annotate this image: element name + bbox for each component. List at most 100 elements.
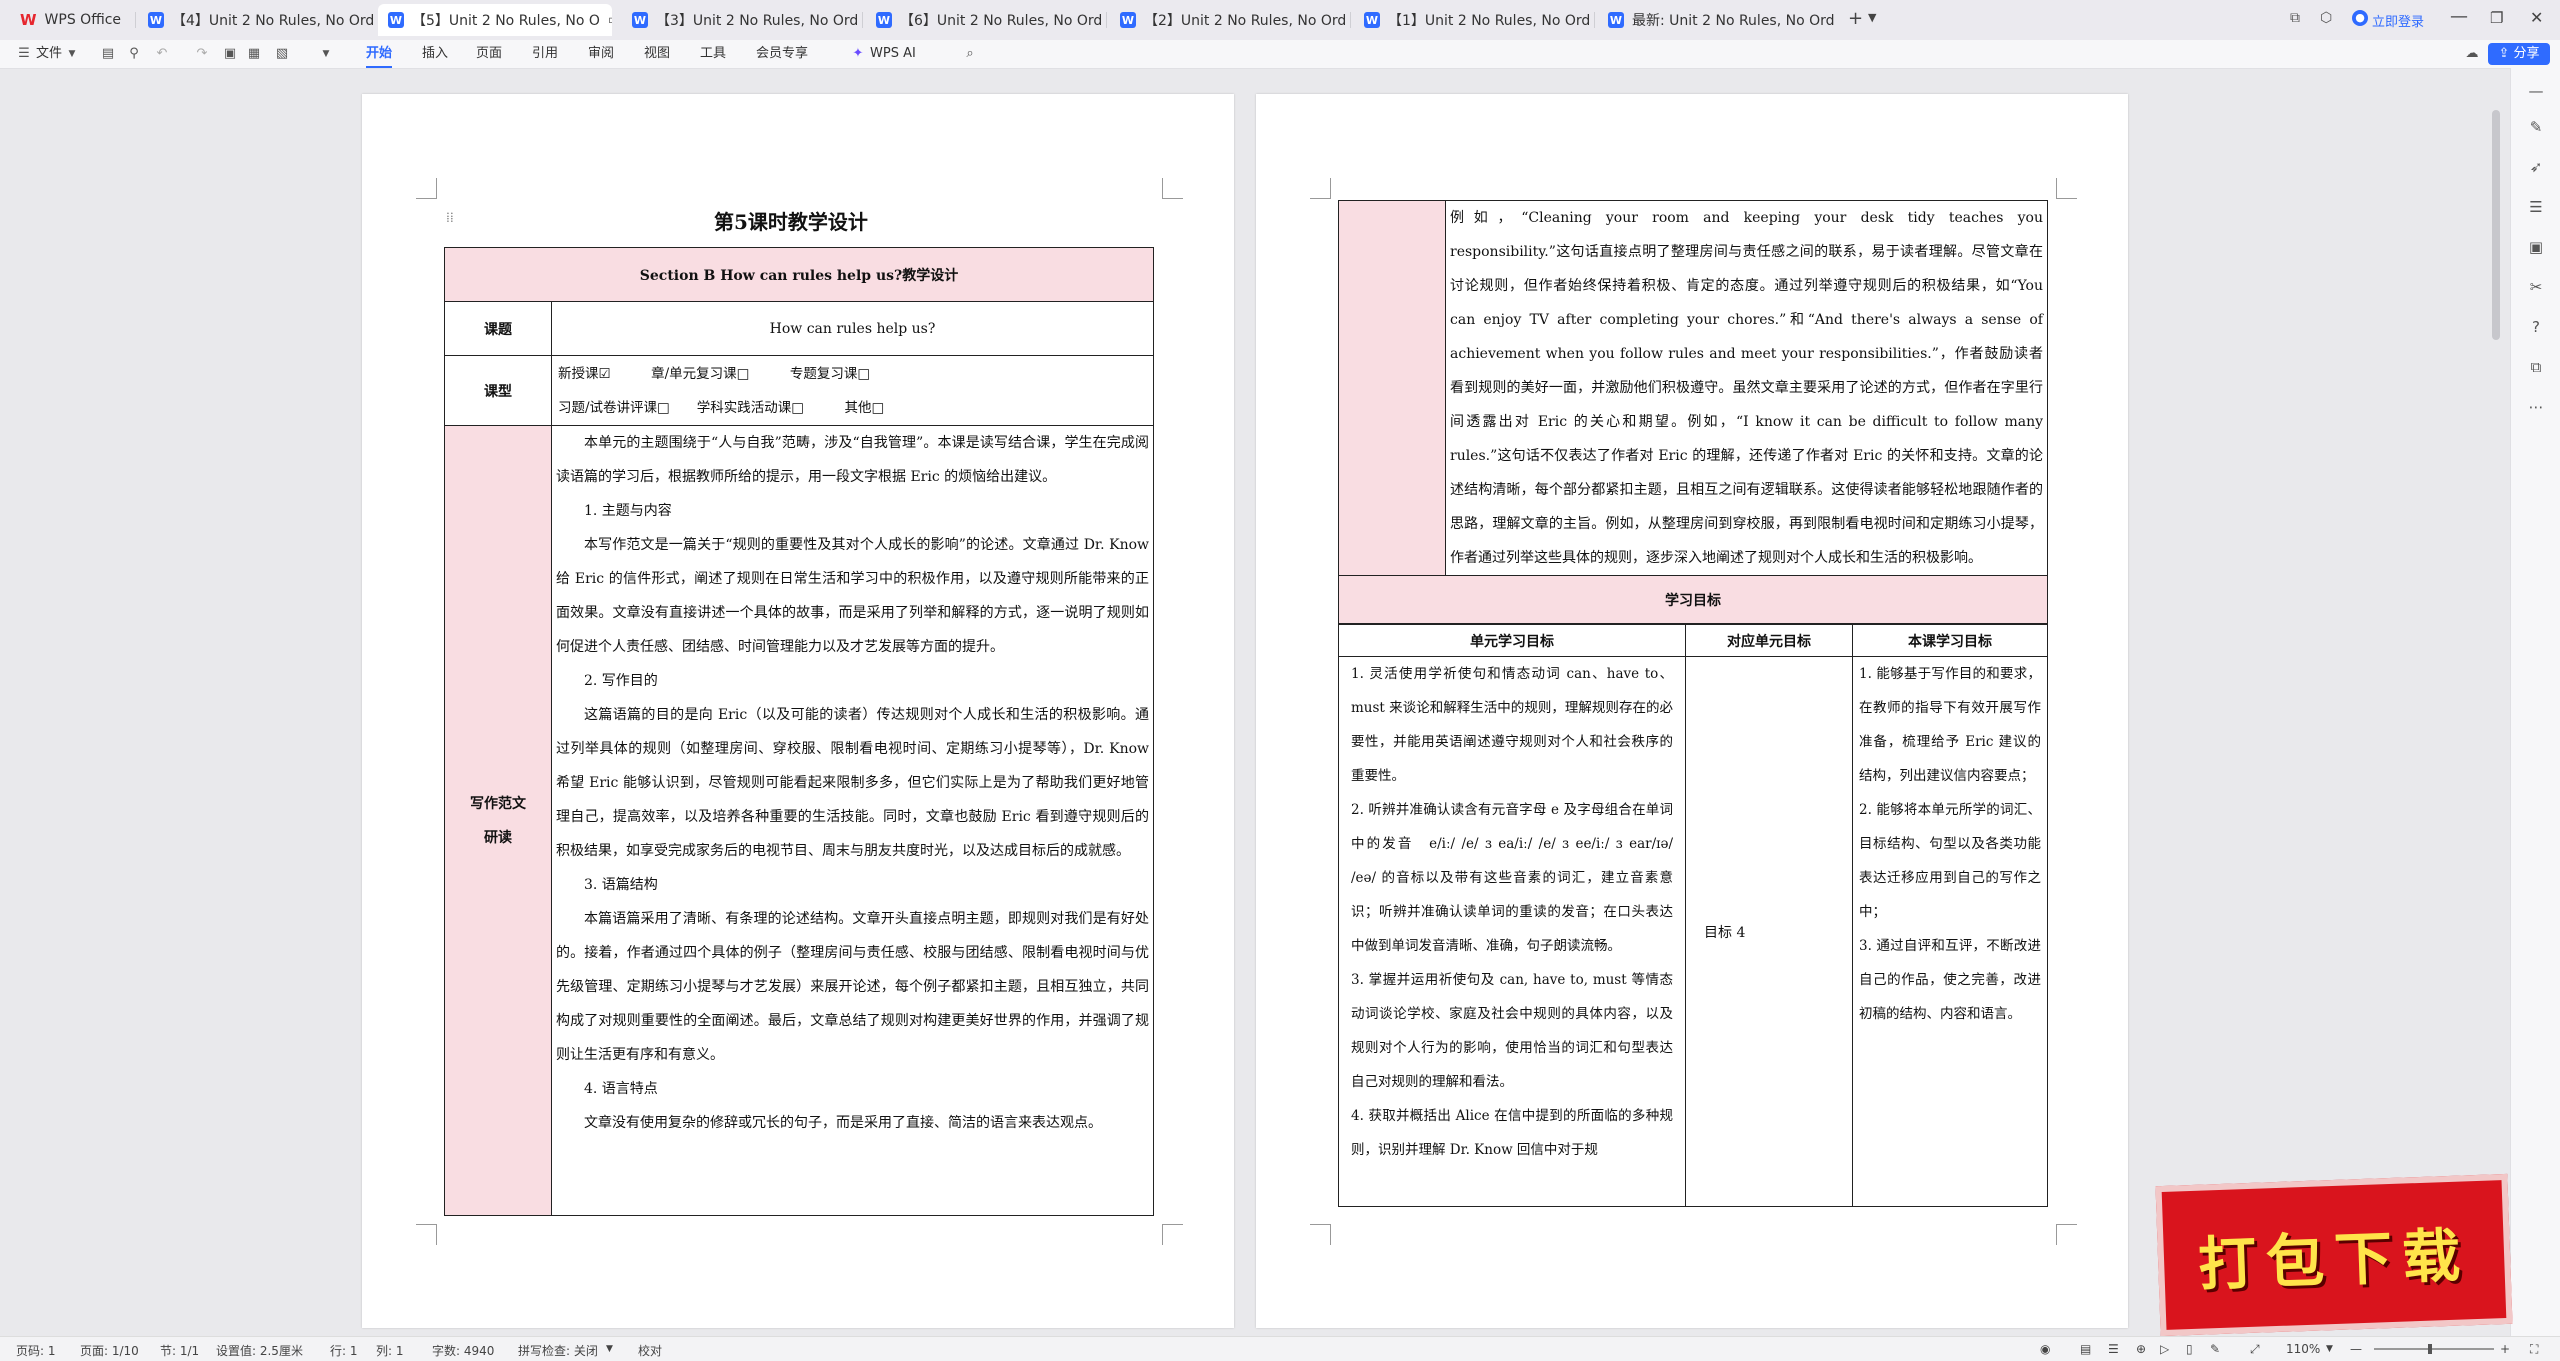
help-icon[interactable]: ? xyxy=(2527,318,2545,336)
zoom-slider-thumb[interactable] xyxy=(2428,1344,2432,1354)
tab-document[interactable]: W 【4】Unit 2 No Rules, No Order新… xyxy=(138,4,374,36)
pen-icon[interactable]: ✎ xyxy=(2210,1342,2220,1356)
chevron-down-icon[interactable]: ▼ xyxy=(64,46,80,62)
tab-view[interactable]: 视图 xyxy=(644,44,670,64)
status-proofread[interactable]: 校对 xyxy=(638,1342,662,1359)
topic-label: 课题 xyxy=(444,301,552,356)
tab-wps-home[interactable]: W WPS Office xyxy=(10,4,130,36)
tab-home[interactable]: 开始 xyxy=(366,44,393,68)
word-doc-icon: W xyxy=(148,12,164,28)
status-page-number[interactable]: 页码: 1 xyxy=(16,1342,56,1359)
tab-references[interactable]: 引用 xyxy=(532,44,558,64)
topic-value: How can rules help us? xyxy=(551,301,1154,356)
tab-document[interactable]: W 最新: Unit 2 No Rules, No Order… xyxy=(1598,4,1834,36)
outline-view-icon[interactable]: ☰ xyxy=(2108,1342,2119,1356)
status-col[interactable]: 列: 1 xyxy=(376,1342,404,1359)
tab-document[interactable]: W 【2】Unit 2 No Rules, No Order新… xyxy=(1110,4,1346,36)
tab-document[interactable]: W 【6】Unit 2 No Rules, No Order新… xyxy=(866,4,1102,36)
wps-ai-button[interactable]: WPS AI xyxy=(870,44,916,64)
menu-icon[interactable]: ☰ xyxy=(16,46,32,62)
lesson-design-table-continued: 例如，“Cleaning your room and keeping your … xyxy=(1338,200,2048,624)
zoom-slider[interactable] xyxy=(2374,1344,2494,1354)
lesson-type-line: 新授课☑ 章/单元复习课□ 专题复习课□ xyxy=(558,365,871,382)
table-move-handle-icon[interactable]: ⁞⁞ xyxy=(446,210,454,227)
share-icon: ⇪ xyxy=(2498,46,2514,61)
status-pages[interactable]: 页面: 1/10 xyxy=(80,1342,139,1359)
status-word-count[interactable]: 字数: 4940 xyxy=(432,1342,494,1359)
tab-document[interactable]: W 【3】Unit 2 No Rules, No Order新… xyxy=(622,4,858,36)
file-menu[interactable]: 文件 xyxy=(36,44,62,64)
chevron-down-icon[interactable]: ▼ xyxy=(2326,1344,2333,1354)
word-doc-icon: W xyxy=(388,12,404,28)
column-header: 单元学习目标 xyxy=(1338,624,1686,657)
chevron-down-icon[interactable]: ▼ xyxy=(1868,11,1876,24)
tab-label: 【5】Unit 2 No Rules, No O xyxy=(412,13,600,29)
picture-icon[interactable]: ▧ xyxy=(274,46,290,62)
tab-document-active[interactable]: W 【5】Unit 2 No Rules, No O ▭ ✕ xyxy=(378,4,612,36)
tab-document[interactable]: W 【1】Unit 2 No Rules, No Order新… xyxy=(1354,4,1590,36)
subheading: 3. 语篇结构 xyxy=(584,877,658,893)
save-icon[interactable]: ▤ xyxy=(100,46,116,62)
minus-icon[interactable]: — xyxy=(2527,82,2545,100)
wps-ai-icon: ✦ xyxy=(852,46,864,61)
close-window-button[interactable]: ✕ xyxy=(2530,8,2543,27)
status-spell-check[interactable]: 拼写检查: 关闭 xyxy=(518,1342,598,1359)
layers-icon[interactable]: ⧉ xyxy=(2527,358,2545,376)
share-button[interactable]: ⇪ 分享 xyxy=(2488,43,2550,65)
tab-insert[interactable]: 插入 xyxy=(422,44,448,64)
window-layout-icon[interactable]: ⧉ xyxy=(2290,10,2300,26)
export-pdf-icon[interactable]: ▦ xyxy=(246,46,262,62)
pointer-icon[interactable]: ➶ xyxy=(2527,158,2545,176)
eye-protect-icon[interactable]: ◉ xyxy=(2040,1342,2050,1356)
tab-review[interactable]: 审阅 xyxy=(588,44,614,64)
zoom-out-icon[interactable]: — xyxy=(2350,1342,2362,1356)
new-tab-icon[interactable]: + xyxy=(1848,8,1863,29)
fullscreen-icon[interactable]: ⛶ xyxy=(2530,1342,2538,1357)
play-icon[interactable]: ▷ xyxy=(2160,1342,2169,1356)
tab-page[interactable]: 页面 xyxy=(476,44,502,64)
undo-icon[interactable]: ↶ xyxy=(154,46,170,62)
paragraph: 这篇语篇的目的是向 Eric（以及可能的读者）传达规则对个人成长和生活的积极影响… xyxy=(556,707,1149,859)
search-icon[interactable]: ⌕ xyxy=(962,46,978,62)
pen-icon[interactable]: ✎ xyxy=(2527,118,2545,136)
crop-mark xyxy=(1310,1224,1331,1245)
tab-tools[interactable]: 工具 xyxy=(700,44,726,64)
download-badge-label: 打包下载 xyxy=(2197,1221,2472,1299)
minimize-button[interactable]: — xyxy=(2450,6,2468,27)
vertical-scrollbar[interactable] xyxy=(2492,110,2500,340)
find-icon[interactable]: ⚲ xyxy=(126,46,142,62)
crop-mark xyxy=(1310,178,1331,199)
web-view-icon[interactable]: ⊕ xyxy=(2136,1342,2146,1356)
column-header: 对应单元目标 xyxy=(1685,624,1853,657)
page-view-icon[interactable]: ▤ xyxy=(2080,1342,2091,1356)
tools-icon[interactable]: ✂ xyxy=(2527,278,2545,296)
login-link[interactable]: 立即登录 xyxy=(2372,11,2424,30)
chevron-down-icon[interactable]: ▼ xyxy=(318,46,334,62)
download-package-badge[interactable]: 打包下载 xyxy=(2155,1173,2513,1337)
cloud-icon[interactable]: ☁ xyxy=(2464,46,2480,62)
status-section[interactable]: 节: 1/1 xyxy=(160,1342,199,1359)
column-header: 本课学习目标 xyxy=(1852,624,2048,657)
adjust-icon[interactable]: ☰ xyxy=(2527,198,2545,216)
print-preview-icon[interactable]: ▣ xyxy=(222,46,238,62)
chevron-down-icon[interactable]: ▼ xyxy=(606,1344,613,1354)
monitor-icon[interactable]: ▭ xyxy=(608,12,612,28)
cube-icon[interactable]: ⬡ xyxy=(2320,10,2332,26)
crop-mark xyxy=(416,178,437,199)
paragraph: 本篇语篇采用了清晰、有条理的论述结构。文章开头直接点明主题，即规则对我们是有好处… xyxy=(556,911,1149,1063)
maximize-button[interactable]: ❐ xyxy=(2490,9,2503,27)
tab-member[interactable]: 会员专享 xyxy=(756,44,808,64)
more-icon[interactable]: ⋯ xyxy=(2527,398,2545,416)
document-page-1: ⁞⁞ 第5课时教学设计 Section B How can rules help… xyxy=(362,94,1234,1328)
word-doc-icon: W xyxy=(1120,12,1136,28)
zoom-in-icon[interactable]: + xyxy=(2500,1342,2510,1356)
redo-icon[interactable]: ↷ xyxy=(194,46,210,62)
status-row[interactable]: 行: 1 xyxy=(330,1342,358,1359)
tab-label: WPS Office xyxy=(44,12,122,28)
reading-mode-icon[interactable]: ▯ xyxy=(2186,1342,2193,1356)
status-setting[interactable]: 设置值: 2.5厘米 xyxy=(216,1342,303,1359)
user-avatar-icon[interactable]: ● xyxy=(2352,10,2368,26)
fit-width-icon[interactable]: ⤢ xyxy=(2250,1342,2260,1357)
image-icon[interactable]: ▣ xyxy=(2527,238,2545,256)
zoom-level[interactable]: 110% xyxy=(2286,1342,2320,1356)
